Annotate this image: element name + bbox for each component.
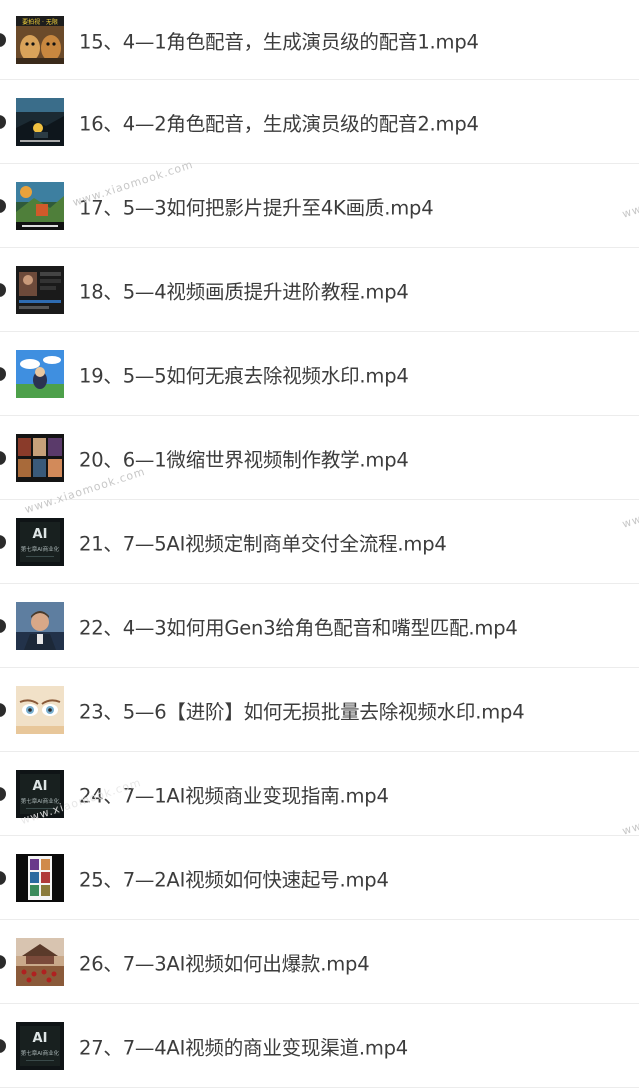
- svg-text:要拍视 · 无限: 要拍视 · 无限: [22, 18, 58, 26]
- file-row[interactable]: AI 第七章AI商业化 24、7—1AI视频商业变现指南.mp4: [0, 752, 639, 836]
- file-row[interactable]: 26、7—3AI视频如何出爆款.mp4: [0, 920, 639, 1004]
- file-row[interactable]: 20、6—1微缩世界视频制作教学.mp4: [0, 416, 639, 500]
- file-row[interactable]: 23、5—6【进阶】如何无损批量去除视频水印.mp4: [0, 668, 639, 752]
- svg-text:AI: AI: [33, 527, 48, 542]
- thumb-dogs-poster: 要拍视 · 无限: [16, 15, 64, 64]
- svg-text:第七章AI商业化: 第七章AI商业化: [21, 1049, 60, 1057]
- file-name[interactable]: 19、5—5如何无痕去除视频水印.mp4: [79, 359, 409, 388]
- file-row[interactable]: 22、4—3如何用Gen3给角色配音和嘴型匹配.mp4: [0, 584, 639, 668]
- file-name[interactable]: 21、7—5AI视频定制商单交付全流程.mp4: [79, 527, 447, 556]
- svg-text:第七章AI商业化: 第七章AI商业化: [21, 545, 60, 553]
- file-row[interactable]: AI 第七章AI商业化 21、7—5AI视频定制商单交付全流程.mp4: [0, 500, 639, 584]
- thumb-ai-slide: AI 第七章AI商业化: [16, 769, 64, 818]
- file-name[interactable]: 23、5—6【进阶】如何无损批量去除视频水印.mp4: [79, 695, 525, 724]
- file-name[interactable]: 25、7—2AI视频如何快速起号.mp4: [79, 863, 389, 892]
- file-name[interactable]: 18、5—4视频画质提升进阶教程.mp4: [79, 275, 409, 304]
- thumb-blue-sky-character: [16, 349, 64, 398]
- svg-text:AI: AI: [33, 779, 48, 794]
- thumb-collage: [16, 433, 64, 482]
- select-radio-icon[interactable]: [0, 114, 6, 129]
- file-list: 要拍视 · 无限 15、4—1角色配音，生成演员级的配音1.mp4 16、4—2角色…: [0, 0, 639, 1089]
- file-name[interactable]: 26、7—3AI视频如何出爆款.mp4: [79, 947, 370, 976]
- file-row[interactable]: 19、5—5如何无痕去除视频水印.mp4: [0, 332, 639, 416]
- file-name[interactable]: 15、4—1角色配音，生成演员级的配音1.mp4: [79, 25, 479, 54]
- file-row[interactable]: 16、4—2角色配音，生成演员级的配音2.mp4: [0, 80, 639, 164]
- svg-text:AI: AI: [33, 1031, 48, 1046]
- svg-text:第七章AI商业化: 第七章AI商业化: [21, 797, 60, 805]
- thumb-phone-feed: [16, 853, 64, 902]
- thumb-palace-army: [16, 937, 64, 986]
- select-radio-icon[interactable]: [0, 870, 6, 885]
- file-name[interactable]: 24、7—1AI视频商业变现指南.mp4: [79, 779, 389, 808]
- select-radio-icon[interactable]: [0, 534, 6, 549]
- select-radio-icon[interactable]: [0, 786, 6, 801]
- select-radio-icon[interactable]: [0, 282, 6, 297]
- file-name[interactable]: 27、7—4AI视频的商业变现渠道.mp4: [79, 1031, 408, 1060]
- thumb-night-scene: [16, 97, 64, 146]
- thumb-ai-slide: AI 第七章AI商业化: [16, 1021, 64, 1070]
- file-row[interactable]: 要拍视 · 无限 15、4—1角色配音，生成演员级的配音1.mp4: [0, 0, 639, 80]
- file-row[interactable]: 17、5—3如何把影片提升至4K画质.mp4: [0, 164, 639, 248]
- select-radio-icon[interactable]: [0, 1038, 6, 1053]
- thumb-landscape-caption: [16, 181, 64, 230]
- select-radio-icon[interactable]: [0, 702, 6, 717]
- thumb-editor-dark: [16, 265, 64, 314]
- thumb-anime-eyes: [16, 685, 64, 734]
- file-name[interactable]: 16、4—2角色配音，生成演员级的配音2.mp4: [79, 107, 479, 136]
- thumb-ai-slide: AI 第七章AI商业化: [16, 517, 64, 566]
- select-radio-icon[interactable]: [0, 954, 6, 969]
- file-row[interactable]: 18、5—4视频画质提升进阶教程.mp4: [0, 248, 639, 332]
- select-radio-icon[interactable]: [0, 618, 6, 633]
- file-name[interactable]: 17、5—3如何把影片提升至4K画质.mp4: [79, 191, 434, 220]
- file-row[interactable]: AI 第七章AI商业化 27、7—4AI视频的商业变现渠道.mp4: [0, 1004, 639, 1088]
- file-name[interactable]: 22、4—3如何用Gen3给角色配音和嘴型匹配.mp4: [79, 611, 518, 640]
- select-radio-icon[interactable]: [0, 32, 6, 47]
- select-radio-icon[interactable]: [0, 450, 6, 465]
- thumb-portrait-man: [16, 601, 64, 650]
- file-row[interactable]: 25、7—2AI视频如何快速起号.mp4: [0, 836, 639, 920]
- file-name[interactable]: 20、6—1微缩世界视频制作教学.mp4: [79, 443, 409, 472]
- select-radio-icon[interactable]: [0, 366, 6, 381]
- select-radio-icon[interactable]: [0, 198, 6, 213]
